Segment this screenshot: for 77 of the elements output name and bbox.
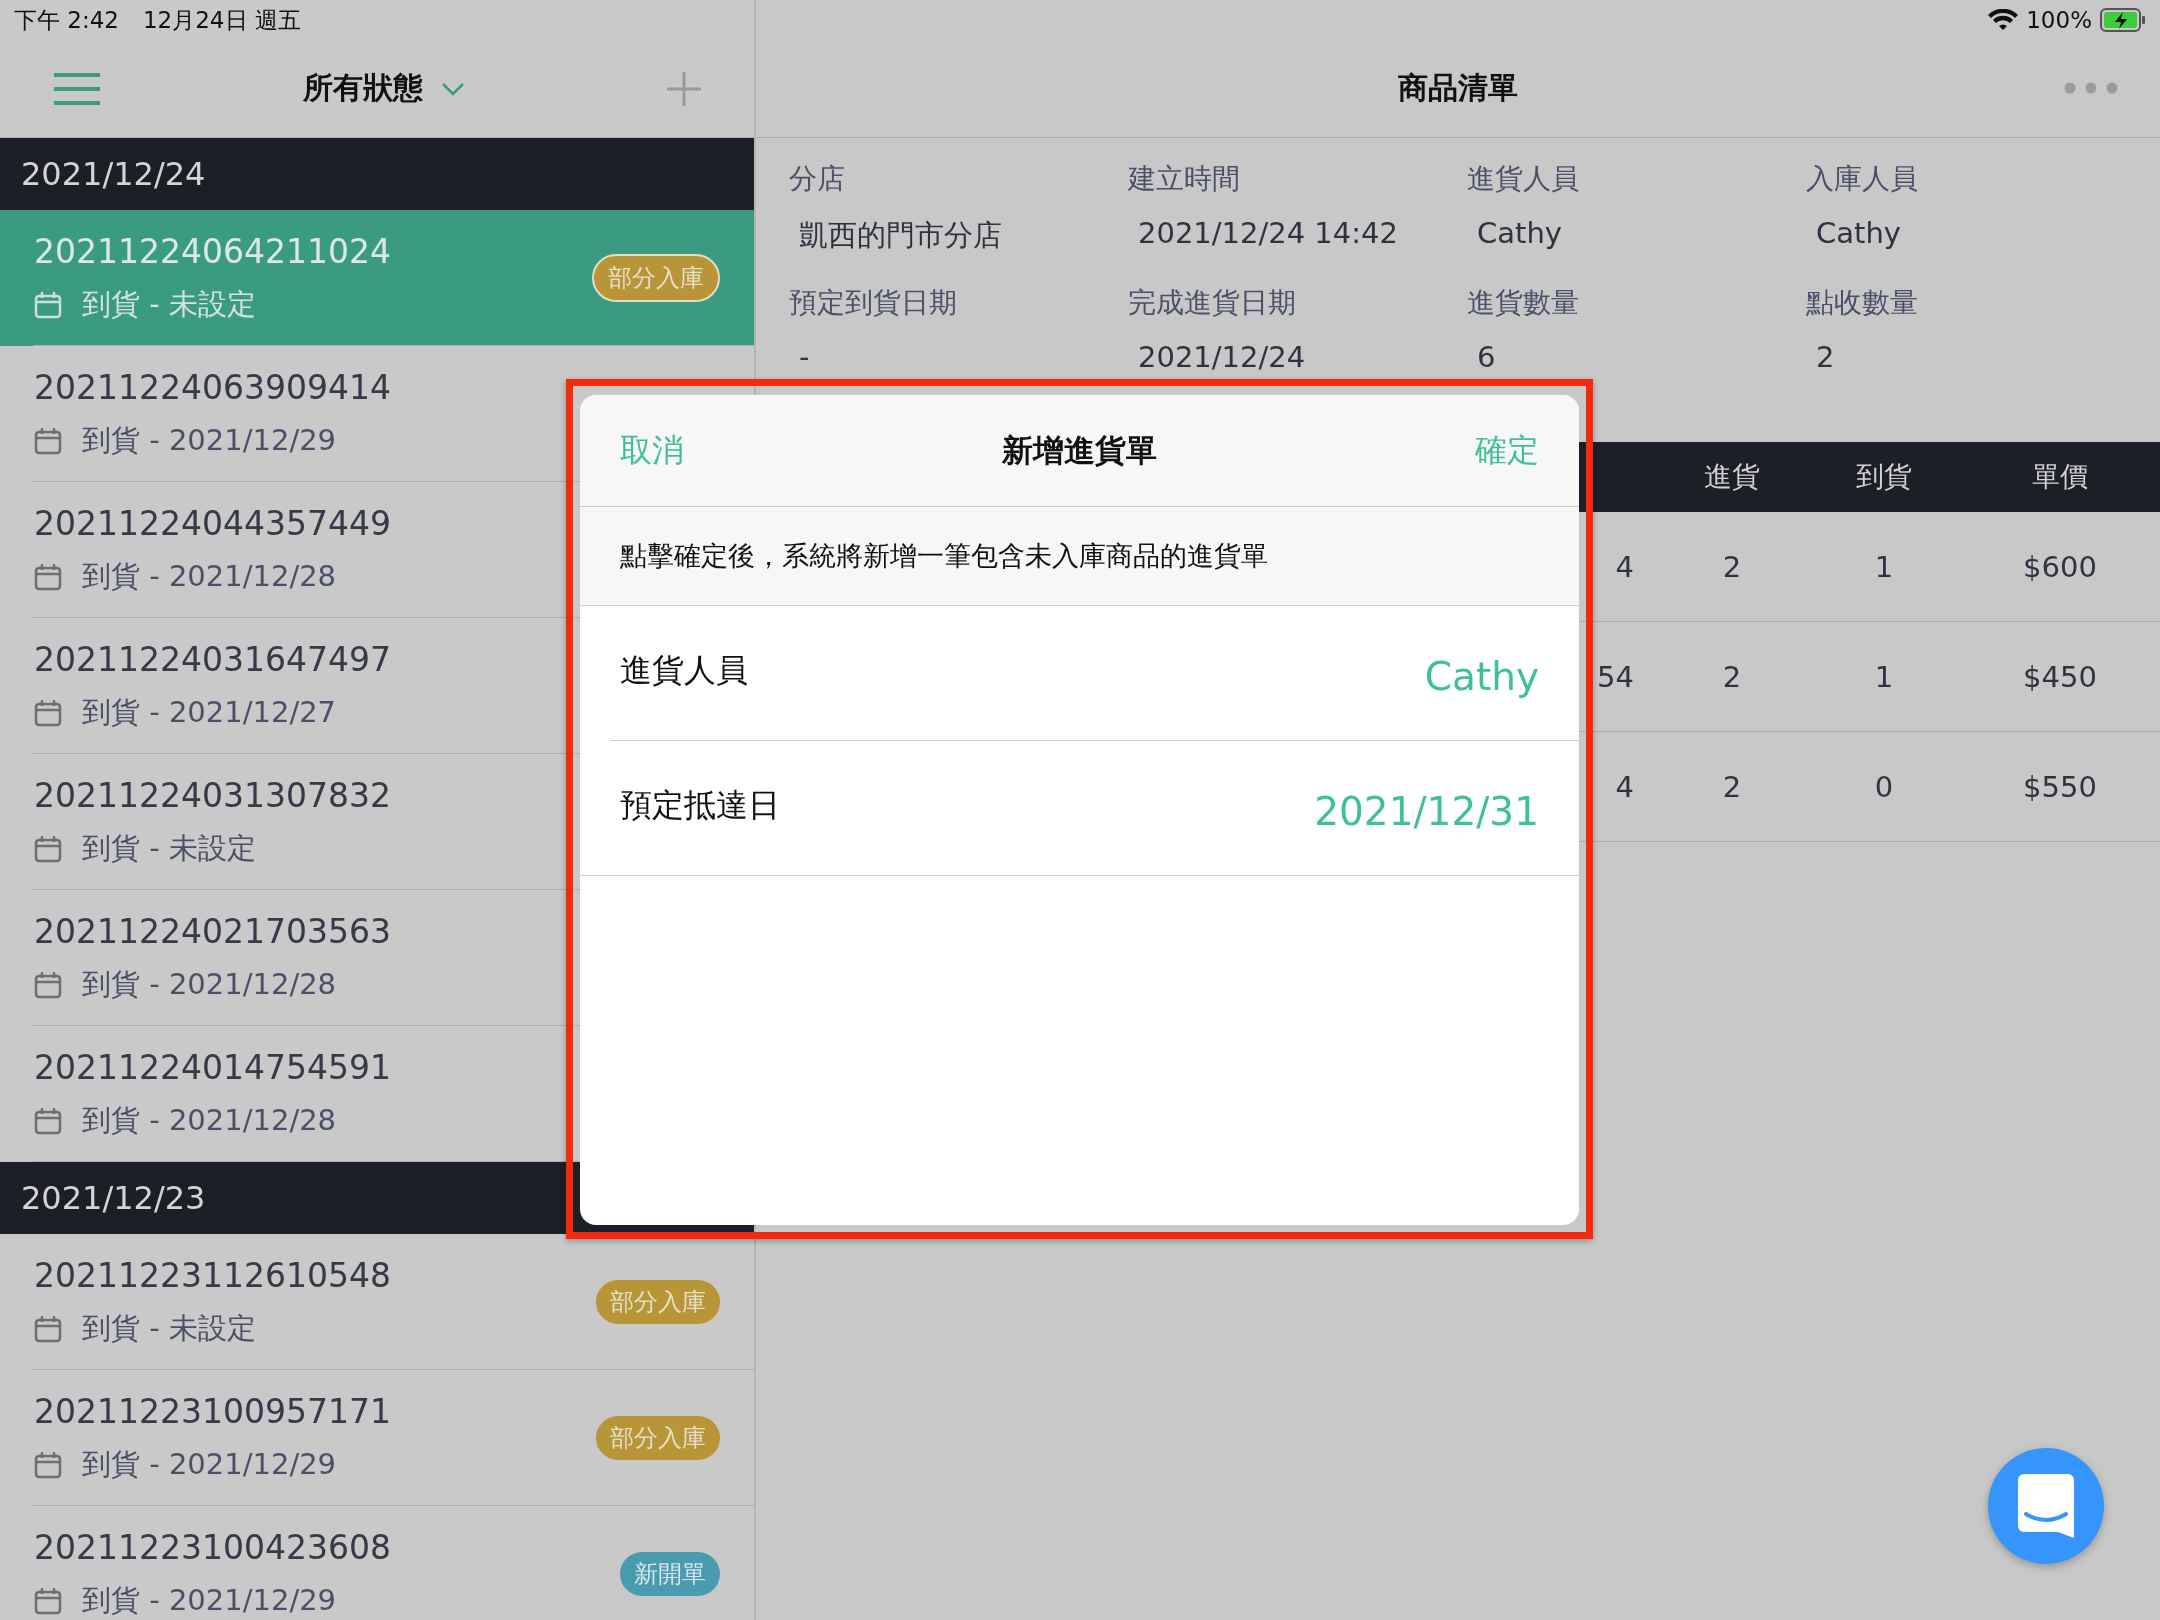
field-value: - <box>799 340 810 374</box>
order-row[interactable]: 20211223100957171 到貨 - 2021/12/29 部分入庫 <box>0 1370 754 1506</box>
status-badge: 部分入庫 <box>592 254 720 302</box>
battery-icon <box>2100 8 2146 32</box>
form-label: 預定抵達日 <box>620 784 780 826</box>
arrival-date: 到貨 - 未設定 <box>82 829 256 867</box>
order-row[interactable]: 20211223112610548 到貨 - 未設定 部分入庫 <box>0 1234 754 1370</box>
column-header: 單價 <box>2032 459 2088 495</box>
order-row[interactable]: 20211224014754591 到貨 - 2021/12/28 <box>0 1026 754 1162</box>
arrival-date: 到貨 - 未設定 <box>82 1309 256 1347</box>
calendar-icon <box>34 834 62 863</box>
calendar-icon <box>34 1450 62 1479</box>
wifi-icon <box>1988 9 2019 31</box>
field-value: Cathy <box>1816 216 1901 250</box>
calendar-icon <box>34 290 62 319</box>
calendar-icon <box>34 1586 62 1615</box>
table-cell: $450 <box>2023 659 2097 694</box>
arrival-date: 到貨 - 2021/12/29 <box>82 1445 337 1483</box>
field-value: 6 <box>1477 340 1496 374</box>
table-cell: 1 <box>1874 659 1894 694</box>
filter-dropdown[interactable]: 所有狀態 <box>303 68 465 109</box>
page-title: 商品清單 <box>1398 69 1518 107</box>
arrival-date: 到貨 - 2021/12/29 <box>82 421 337 459</box>
menu-icon[interactable] <box>52 71 102 106</box>
column-header: 進貨 <box>1704 459 1760 495</box>
field-label: 完成進貨日期 <box>1128 285 1296 321</box>
chevron-down-icon <box>441 81 465 96</box>
table-cell: 2 <box>1722 549 1742 584</box>
form-label: 進貨人員 <box>620 649 748 691</box>
status-badge: 部分入庫 <box>596 1416 720 1460</box>
arrival-date: 到貨 - 2021/12/28 <box>82 965 337 1003</box>
status-time: 下午 2:42 <box>14 5 119 35</box>
table-cell: $550 <box>2023 769 2097 804</box>
field-value: 凱西的門市分店 <box>799 217 1002 254</box>
table-cell: 0 <box>1874 769 1894 804</box>
field-value: 2021/12/24 <box>1138 340 1306 374</box>
table-cell: 1 <box>1874 549 1894 584</box>
status-date: 12月24日 週五 <box>142 5 301 35</box>
status-badge: 新開單 <box>620 1552 720 1596</box>
table-cell: 4 <box>1615 769 1634 804</box>
calendar-icon <box>34 426 62 455</box>
calendar-icon <box>34 1314 62 1343</box>
table-cell: $600 <box>2023 549 2097 584</box>
battery-percent: 100% <box>2026 7 2092 33</box>
calendar-icon <box>34 698 62 727</box>
arrival-date: 到貨 - 未設定 <box>82 285 256 323</box>
order-row[interactable]: 20211224021703563 到貨 - 2021/12/28 <box>0 890 754 1026</box>
arrival-date: 到貨 - 2021/12/29 <box>82 1581 337 1619</box>
field-value: 2 <box>1816 340 1835 374</box>
field-label: 進貨數量 <box>1467 285 1579 321</box>
field-label: 分店 <box>789 161 845 197</box>
arrival-date: 到貨 - 2021/12/27 <box>82 693 337 731</box>
chat-bubble-icon <box>2018 1474 2074 1538</box>
field-label: 建立時間 <box>1128 161 1240 197</box>
field-value: Cathy <box>1477 216 1562 250</box>
field-label: 入庫人員 <box>1806 161 1918 197</box>
arrival-date: 到貨 - 2021/12/28 <box>82 1101 337 1139</box>
add-icon[interactable] <box>666 70 702 107</box>
column-header: 到貨 <box>1856 459 1912 495</box>
section-date: 2021/12/23 <box>21 1179 206 1217</box>
field-label: 預定到貨日期 <box>789 285 957 321</box>
field-label: 點收數量 <box>1806 285 1918 321</box>
table-cell: 4 <box>1615 549 1634 584</box>
modal-description: 點擊確定後，系統將新增一筆包含未入庫商品的進貨單 <box>620 539 1268 573</box>
calendar-icon <box>34 562 62 591</box>
arrival-date: 到貨 - 2021/12/28 <box>82 557 337 595</box>
status-badge: 部分入庫 <box>596 1280 720 1324</box>
table-cell: 54 <box>1597 659 1634 694</box>
calendar-icon <box>34 1106 62 1135</box>
section-date: 2021/12/24 <box>21 155 206 193</box>
calendar-icon <box>34 970 62 999</box>
field-value: 2021/12/24 14:42 <box>1138 216 1398 250</box>
modal-title: 新增進貨單 <box>1002 430 1157 470</box>
more-icon[interactable] <box>2064 82 2118 94</box>
field-label: 進貨人員 <box>1467 161 1579 197</box>
table-cell: 2 <box>1722 659 1742 694</box>
table-cell: 2 <box>1722 769 1742 804</box>
